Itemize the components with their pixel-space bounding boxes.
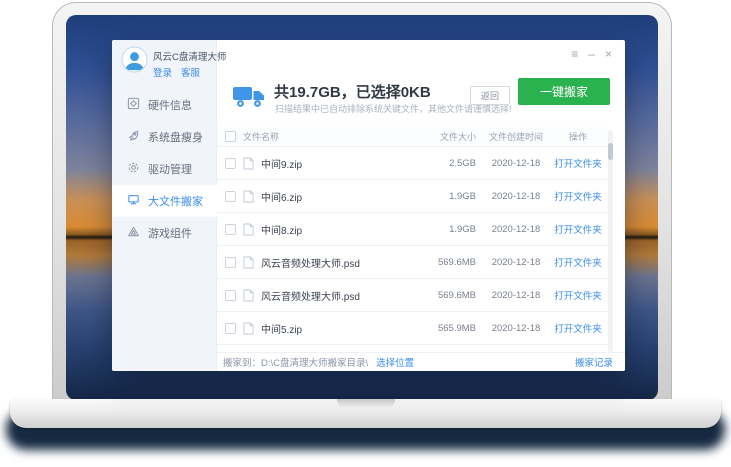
row-checkbox[interactable]: [225, 322, 236, 334]
sidebar-item-label: 大文件搬家: [148, 196, 203, 208]
table-row: 风云录音大师04.psd 569.6MB 2020-12-18 打开文件夹: [217, 345, 608, 352]
sidebar-item-game-components[interactable]: 游戏组件: [112, 217, 217, 249]
sidebar: 风云C盘清理大师 登录 客服 硬件信息 系统盘瘦身 驱动管理 大文件搬家 游戏组…: [112, 40, 226, 371]
table-row: 风云音频处理大师.psd 569.6MB 2020-12-18 打开文件夹: [217, 279, 608, 312]
open-folder-link[interactable]: 打开文件夹: [548, 156, 608, 170]
triangle-icon: [127, 225, 140, 241]
file-size: 569.6MB: [437, 256, 476, 268]
file-name: 中间5.zip: [261, 324, 303, 336]
monitor-icon: [127, 193, 140, 209]
file-table: 中间9.zip 2.5GB 2020-12-18 打开文件夹 中间6.zip 1…: [217, 147, 608, 352]
file-size: 569.6MB: [437, 289, 476, 301]
table-row: 中间5.zip 565.9MB 2020-12-18 打开文件夹: [217, 312, 608, 345]
file-date: 2020-12-18: [491, 256, 541, 268]
file-name: 中间6.zip: [261, 192, 303, 204]
open-folder-link[interactable]: 打开文件夹: [548, 189, 608, 203]
table-row: 中间9.zip 2.5GB 2020-12-18 打开文件夹: [217, 147, 608, 180]
close-icon[interactable]: ×: [605, 47, 612, 61]
scrollbar-thumb[interactable]: [608, 143, 613, 160]
file-name: 中间9.zip: [261, 159, 303, 171]
file-icon: [243, 256, 254, 269]
minimize-icon[interactable]: –: [588, 47, 595, 61]
select-all-checkbox[interactable]: [225, 131, 236, 142]
open-folder-link[interactable]: 打开文件夹: [548, 288, 608, 302]
laptop-base: [10, 399, 721, 428]
app-window: 风云C盘清理大师 登录 客服 硬件信息 系统盘瘦身 驱动管理 大文件搬家 游戏组…: [112, 40, 625, 371]
row-checkbox[interactable]: [225, 190, 236, 202]
page: 风云C盘清理大师 登录 客服 硬件信息 系统盘瘦身 驱动管理 大文件搬家 游戏组…: [0, 0, 731, 467]
table-row: 风云音频处理大师.psd 569.6MB 2020-12-18 打开文件夹: [217, 246, 608, 279]
account-links: 登录 客服: [153, 65, 209, 79]
open-folder-link[interactable]: 打开文件夹: [548, 321, 608, 335]
open-folder-link[interactable]: 打开文件夹: [548, 255, 608, 269]
sidebar-item-label: 系统盘瘦身: [148, 132, 203, 144]
file-icon: [243, 190, 254, 203]
sidebar-item-label: 硬件信息: [148, 100, 192, 112]
rocket-icon: [127, 129, 140, 145]
file-size: 2.5GB: [449, 157, 476, 169]
file-date: 2020-12-18: [491, 322, 541, 334]
table-row: 中间6.zip 1.9GB 2020-12-18 打开文件夹: [217, 180, 608, 213]
row-checkbox[interactable]: [225, 256, 236, 268]
menu-icon[interactable]: ≡: [571, 47, 578, 61]
truck-icon: [232, 84, 266, 113]
app-title: 风云C盘清理大师: [153, 52, 227, 63]
col-operation: 操作: [568, 132, 587, 142]
file-date: 2020-12-18: [491, 190, 541, 202]
row-checkbox[interactable]: [225, 289, 236, 301]
file-icon: [243, 322, 254, 335]
back-button[interactable]: 返回: [469, 86, 510, 105]
gear-icon: [127, 161, 140, 177]
file-name: 风云音频处理大师.psd: [261, 258, 360, 270]
file-name: 风云音频处理大师.psd: [261, 291, 360, 303]
login-link[interactable]: 登录: [153, 68, 172, 79]
sidebar-item-system-slim[interactable]: 系统盘瘦身: [112, 121, 217, 153]
destination-path: 搬家到：D:\C盘清理大师搬家目录\: [223, 358, 369, 369]
sidebar-item-hardware-info[interactable]: 硬件信息: [112, 89, 217, 121]
col-file-size: 文件大小: [439, 132, 476, 142]
sidebar-item-big-file-move[interactable]: 大文件搬家: [112, 185, 217, 217]
sidebar-item-label: 游戏组件: [148, 228, 192, 240]
table-header: 文件名称 文件大小 文件创建时间 操作: [217, 127, 608, 147]
file-date: 2020-12-18: [491, 157, 541, 169]
file-date: 2020-12-18: [491, 289, 541, 301]
one-click-move-button[interactable]: 一键搬家: [518, 78, 610, 105]
move-history-link[interactable]: 搬家记录: [575, 355, 613, 369]
file-size: 565.9MB: [437, 322, 476, 334]
file-name: 中间8.zip: [261, 225, 303, 237]
row-checkbox[interactable]: [225, 223, 236, 235]
laptop-notch: [336, 399, 395, 408]
sidebar-nav: 硬件信息 系统盘瘦身 驱动管理 大文件搬家 游戏组件: [112, 89, 217, 249]
file-icon: [243, 223, 254, 236]
file-icon: [243, 157, 254, 170]
window-controls: ≡ – ×: [571, 47, 612, 61]
sidebar-item-driver-manager[interactable]: 驱动管理: [112, 153, 217, 185]
file-date: 2020-12-18: [491, 223, 541, 235]
table-row: 中间8.zip 1.9GB 2020-12-18 打开文件夹: [217, 213, 608, 246]
choose-location-link[interactable]: 选择位置: [376, 355, 414, 369]
summary-title: 共19.7GB，已选择0KB: [274, 84, 431, 101]
file-icon: [243, 289, 254, 302]
file-size: 1.9GB: [449, 190, 476, 202]
file-size: 1.9GB: [449, 223, 476, 235]
hardware-icon: [127, 97, 140, 113]
row-checkbox[interactable]: [225, 157, 236, 169]
support-link[interactable]: 客服: [181, 68, 200, 79]
scrollbar-track[interactable]: [608, 130, 613, 352]
sidebar-item-label: 驱动管理: [148, 164, 192, 176]
open-folder-link[interactable]: 打开文件夹: [548, 222, 608, 236]
window-footer: 搬家到：D:\C盘清理大师搬家目录\ 选择位置 搬家记录: [217, 352, 625, 371]
user-avatar-icon[interactable]: [121, 46, 148, 73]
col-file-date: 文件创建时间: [488, 132, 543, 142]
col-file-name: 文件名称: [243, 132, 280, 142]
